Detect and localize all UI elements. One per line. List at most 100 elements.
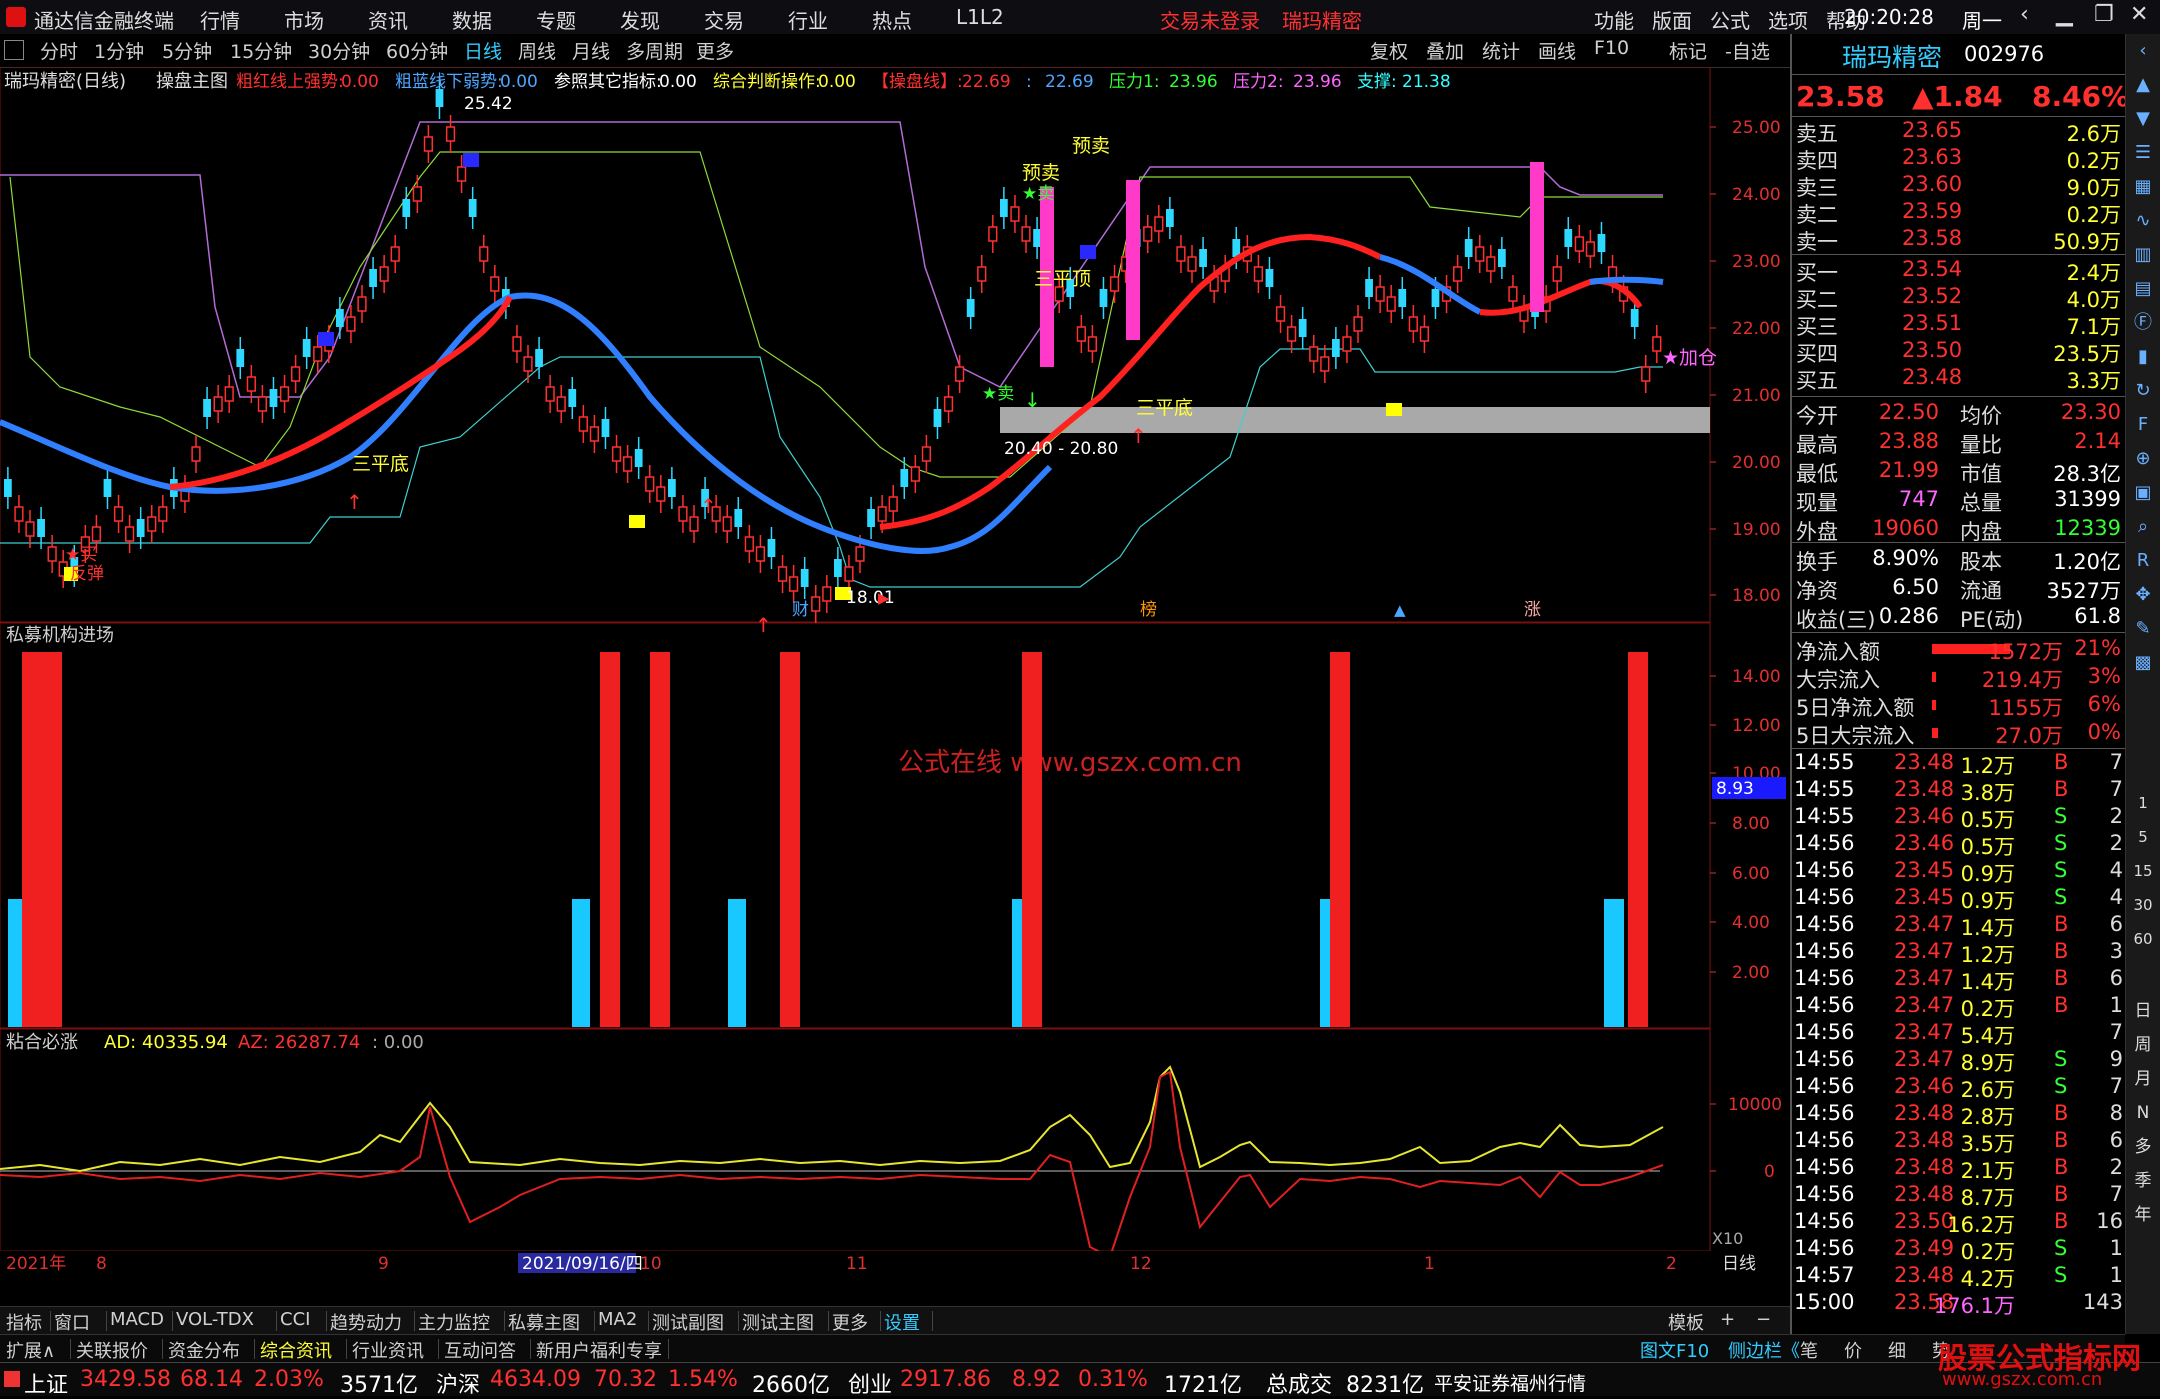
side-period[interactable]: N — [2132, 1102, 2154, 1124]
tick-row[interactable]: 14:56 23.48 8.7万 B 7 — [1792, 1182, 2127, 1210]
menu-item[interactable]: 交易 — [704, 5, 744, 34]
template-control[interactable]: + — [1720, 1309, 1735, 1330]
toolbar-button[interactable]: 标记 — [1669, 37, 1707, 64]
period-tab[interactable]: 5分钟 — [162, 37, 212, 64]
menu-item[interactable]: 资讯 — [368, 5, 408, 34]
indicator-tab[interactable]: MA2 — [598, 1309, 637, 1330]
toolbar-button[interactable]: 复权 — [1370, 37, 1408, 64]
kline-chart[interactable]: 25.0024.0023.0022.0021.0020.0019.0018.00… — [0, 67, 1790, 1287]
extension-control[interactable]: 细 — [1888, 1337, 1906, 1363]
tick-row[interactable]: 14:56 23.48 2.1万 B 2 — [1792, 1155, 2127, 1183]
indicator-tab[interactable]: 设置 — [884, 1309, 920, 1335]
tick-row[interactable]: 14:56 23.47 5.4万 7 — [1792, 1020, 2127, 1048]
rsi-icon[interactable]: R — [2132, 550, 2154, 572]
chart-icon[interactable]: ∿ — [2132, 210, 2154, 232]
table-icon[interactable]: ▤ — [2132, 278, 2154, 300]
tick-row[interactable]: 14:56 23.47 1.2万 B 3 — [1792, 939, 2127, 967]
ask-row[interactable]: 卖三 23.60 9.0万 — [1792, 172, 2127, 200]
period-tab[interactable]: 多周期 — [626, 37, 683, 64]
side-number[interactable]: 5 — [2132, 826, 2154, 848]
indicator-tab[interactable]: MACD — [110, 1309, 164, 1330]
period-tab[interactable]: 更多 — [696, 37, 734, 64]
menu-item[interactable]: 功能 — [1594, 5, 1634, 34]
tick-row[interactable]: 14:56 23.49 0.2万 S 1 — [1792, 1236, 2127, 1264]
tick-row[interactable]: 14:56 23.45 0.9万 S 4 — [1792, 858, 2127, 886]
side-period[interactable]: 季 — [2132, 1170, 2154, 1192]
indicator-tab[interactable]: CCI — [280, 1309, 310, 1330]
toolbar-button[interactable]: -自选 — [1725, 37, 1770, 64]
back-arrow-icon[interactable]: ‹ — [2020, 2, 2029, 27]
indicator-tab[interactable]: VOL-TDX — [176, 1309, 254, 1330]
ask-row[interactable]: 卖四 23.63 0.2万 — [1792, 145, 2127, 173]
tick-row[interactable]: 14:56 23.45 0.9万 S 4 — [1792, 885, 2127, 913]
side-number[interactable]: 1 — [2132, 792, 2154, 814]
indicator-tab[interactable]: 趋势动力 — [330, 1309, 402, 1335]
up-icon[interactable]: ▲ — [2132, 74, 2154, 96]
bar-icon[interactable]: ▮ — [2132, 346, 2154, 368]
tick-list[interactable]: 14:55 23.48 1.2万 B 7 14:55 23.48 3.8万 B 7 14:55 23.… — [1792, 748, 2127, 1338]
cube-icon[interactable]: ▣ — [2132, 482, 2154, 504]
menu-item[interactable]: 发现 — [620, 5, 660, 34]
refresh-icon[interactable]: ↻ — [2132, 380, 2154, 402]
extension-control[interactable]: 价 — [1844, 1337, 1862, 1363]
menu-item[interactable]: 热点 — [872, 5, 912, 34]
side-number[interactable]: 15 — [2132, 860, 2154, 882]
template-control[interactable]: 模板 — [1668, 1309, 1704, 1335]
close-icon[interactable]: ✕ — [2130, 2, 2148, 27]
tick-row[interactable]: 14:56 23.46 0.5万 S 2 — [1792, 831, 2127, 859]
tick-row[interactable]: 14:55 23.46 0.5万 S 2 — [1792, 804, 2127, 832]
side-period[interactable]: 年 — [2132, 1204, 2154, 1226]
tick-row[interactable]: 14:55 23.48 1.2万 B 7 — [1792, 750, 2127, 778]
extension-tab[interactable]: 关联报价 — [76, 1337, 148, 1363]
bid-row[interactable]: 买一 23.54 2.4万 — [1792, 257, 2127, 285]
indicator-tab[interactable]: 主力监控 — [418, 1309, 490, 1335]
period-tab[interactable]: 日线 — [464, 37, 502, 64]
extension-tab[interactable]: 资金分布 — [168, 1337, 240, 1363]
ask-row[interactable]: 卖二 23.59 0.2万 — [1792, 199, 2127, 227]
period-tab[interactable]: 15分钟 — [230, 37, 292, 64]
tick-row[interactable]: 14:55 23.48 3.8万 B 7 — [1792, 777, 2127, 805]
arrows-icon[interactable]: ✥ — [2132, 584, 2154, 606]
tick-row[interactable]: 14:56 23.47 1.4万 B 6 — [1792, 912, 2127, 940]
tick-row[interactable]: 14:57 23.48 4.2万 S 1 — [1792, 1263, 2127, 1291]
side-number[interactable]: 30 — [2132, 894, 2154, 916]
period-tab[interactable]: 分时 — [40, 37, 78, 64]
side-number[interactable]: 60 — [2132, 928, 2154, 950]
f10-icon[interactable]: F — [2132, 414, 2154, 436]
tick-row[interactable]: 14:56 23.47 1.4万 B 6 — [1792, 966, 2127, 994]
indicator-tab[interactable]: 指标 — [6, 1309, 42, 1335]
tick-row[interactable]: 15:00 23.58 176.1万 143 — [1792, 1290, 2127, 1318]
restore-icon[interactable]: ❐ — [2094, 2, 2114, 27]
indicator-tab[interactable]: 测试主图 — [742, 1309, 814, 1335]
tick-row[interactable]: 14:56 23.50 16.2万 B 16 — [1792, 1209, 2127, 1237]
ask-row[interactable]: 卖五 23.65 2.6万 — [1792, 118, 2127, 146]
toolbar-button[interactable]: 叠加 — [1426, 37, 1464, 64]
calc-icon[interactable]: ▩ — [2132, 652, 2154, 674]
period-tab[interactable]: 30分钟 — [308, 37, 370, 64]
extension-control[interactable]: 笔 — [1800, 1337, 1818, 1363]
menu-item[interactable]: 行情 — [200, 5, 240, 34]
extension-control[interactable]: 图文F10 — [1640, 1337, 1709, 1363]
toolbar-button[interactable]: 统计 — [1482, 37, 1520, 64]
zoom-icon[interactable]: ⊕ — [2132, 448, 2154, 470]
side-period[interactable]: 月 — [2132, 1068, 2154, 1090]
extension-tab[interactable]: 综合资讯 — [260, 1337, 332, 1363]
list-icon[interactable]: ☰ — [2132, 142, 2154, 164]
menu-item[interactable]: 专题 — [536, 5, 576, 34]
menu-item[interactable]: 行业 — [788, 5, 828, 34]
menu-item[interactable]: 市场 — [284, 5, 324, 34]
menu-item[interactable]: 公式 — [1710, 5, 1750, 34]
down-icon[interactable]: ▼ — [2132, 108, 2154, 130]
tick-row[interactable]: 14:56 23.46 2.6万 S 7 — [1792, 1074, 2127, 1102]
search-icon[interactable]: ⌕ — [2132, 516, 2154, 538]
period-tab[interactable]: 60分钟 — [386, 37, 448, 64]
menu-item[interactable]: 数据 — [452, 5, 492, 34]
login-status[interactable]: 交易未登录 — [1160, 5, 1260, 34]
side-period[interactable]: 多 — [2132, 1136, 2154, 1158]
collapse-icon[interactable]: ‹ — [2132, 40, 2154, 62]
ask-row[interactable]: 卖一 23.58 50.9万 — [1792, 226, 2127, 254]
minimize-icon[interactable]: ▁ — [2056, 2, 2073, 27]
bid-row[interactable]: 买二 23.52 4.0万 — [1792, 284, 2127, 312]
tick-row[interactable]: 14:56 23.47 0.2万 B 1 — [1792, 993, 2127, 1021]
extension-tab[interactable]: 新用户福利专享 — [536, 1337, 662, 1363]
